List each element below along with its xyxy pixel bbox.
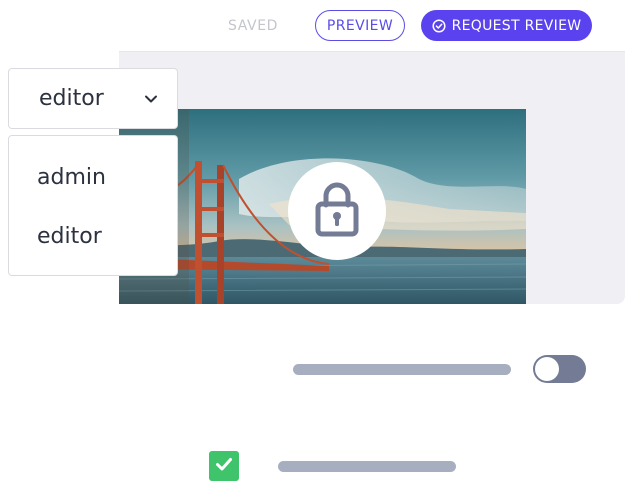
- request-review-button-label: REQUEST REVIEW: [451, 17, 582, 34]
- role-option-admin[interactable]: admin: [37, 165, 106, 190]
- preview-button-label: PREVIEW: [326, 17, 394, 34]
- chevron-down-icon[interactable]: [143, 91, 159, 107]
- setting-toggle[interactable]: [533, 355, 586, 383]
- page: SAVED PREVIEW REQUEST REVIEW editor admi…: [0, 0, 625, 504]
- saved-status: SAVED: [228, 18, 279, 34]
- check-circle-icon: [432, 18, 446, 33]
- option-checkbox[interactable]: [209, 451, 239, 481]
- setting-label-placeholder: [293, 364, 511, 375]
- option-label-placeholder: [278, 461, 456, 472]
- role-option-editor[interactable]: editor: [37, 224, 102, 249]
- role-select[interactable]: editor: [8, 68, 178, 129]
- request-review-button[interactable]: REQUEST REVIEW: [421, 10, 592, 41]
- preview-button[interactable]: PREVIEW: [315, 10, 405, 41]
- lock-overlay: [288, 162, 386, 260]
- toggle-knob: [535, 357, 559, 381]
- lock-icon: [315, 181, 359, 241]
- role-options-menu: admin editor: [8, 135, 178, 276]
- check-icon: [214, 454, 234, 478]
- role-select-value: editor: [39, 86, 104, 111]
